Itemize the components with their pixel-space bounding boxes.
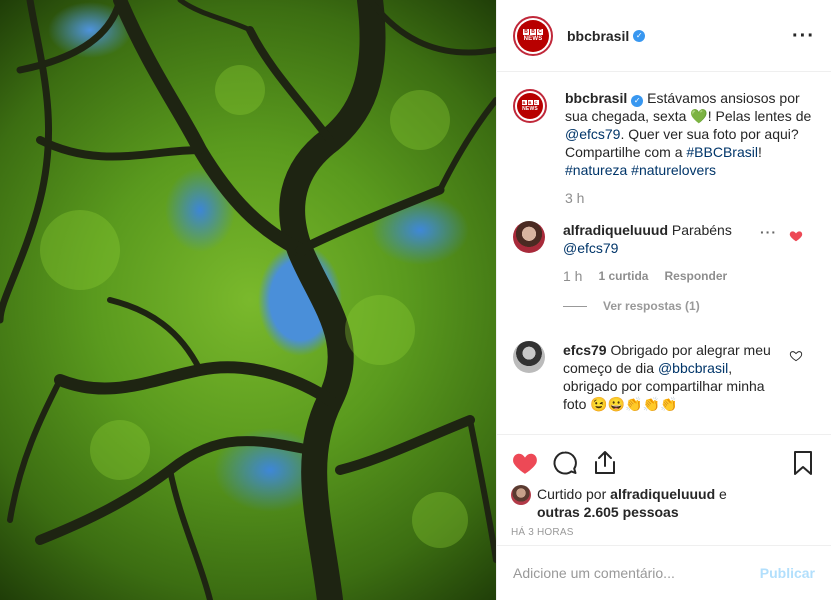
- comment-text: Parabéns: [668, 222, 732, 238]
- verified-badge-icon: ✓: [633, 29, 646, 42]
- commenter-avatar[interactable]: [513, 221, 545, 253]
- bbc-letter: C: [537, 29, 543, 35]
- likes-others[interactable]: outras 2.605 pessoas: [537, 504, 679, 520]
- bookmark-icon: [794, 451, 812, 475]
- comment-like-icon[interactable]: [789, 349, 803, 363]
- bbc-news-label: NEWS: [522, 106, 538, 112]
- likes-middle: e: [715, 486, 727, 502]
- likes-summary: Curtido por alfradiqueluuud e outras 2.6…: [511, 485, 817, 521]
- comment-item: alfradiqueluuud Parabéns @efcs79 1 h 1 c…: [513, 221, 815, 315]
- publish-button[interactable]: Publicar: [760, 565, 815, 581]
- comment-like-icon[interactable]: [789, 229, 803, 243]
- heart-filled-icon: [513, 453, 537, 474]
- hashtag-link[interactable]: #naturelovers: [631, 162, 716, 178]
- mention-link[interactable]: @efcs79: [563, 240, 618, 256]
- comment-username[interactable]: alfradiqueluuud: [563, 222, 668, 238]
- bbc-letter: B: [527, 100, 533, 105]
- caption-time: 3 h: [565, 190, 585, 206]
- comments-list: B B C NEWS bbcbrasil ✓ Estávamos ansiosos…: [497, 73, 831, 433]
- caption-avatar[interactable]: B B C NEWS: [513, 89, 547, 123]
- likes-prefix: Curtido por: [537, 486, 611, 502]
- view-replies[interactable]: Ver respostas (1): [563, 297, 815, 315]
- caption: B B C NEWS bbcbrasil ✓ Estávamos ansiosos…: [513, 89, 815, 207]
- hashtag-link[interactable]: #natureza: [565, 162, 627, 178]
- comment-likes[interactable]: 1 curtida: [598, 267, 648, 285]
- comment-meta: 1 h 1 curtida Responder: [563, 267, 815, 285]
- post-header: B B C NEWS bbcbrasil ✓ ···: [497, 0, 831, 72]
- comment-body: alfradiqueluuud Parabéns @efcs79 1 h 1 c…: [563, 221, 815, 315]
- commenter-avatar[interactable]: [513, 341, 545, 373]
- caption-body: bbcbrasil ✓ Estávamos ansiosos por sua ch…: [565, 89, 815, 207]
- view-replies-label[interactable]: Ver respostas (1): [603, 297, 700, 315]
- emoji-group: 😉😀👏👏👏: [590, 396, 678, 412]
- share-button[interactable]: [591, 449, 619, 477]
- bbc-news-label: NEWS: [523, 36, 543, 42]
- liker-username[interactable]: alfradiqueluuud: [610, 486, 715, 502]
- comment-button[interactable]: [551, 449, 579, 477]
- verified-badge-icon: ✓: [631, 95, 644, 107]
- post-actions: Curtido por alfradiqueluuud e outras 2.6…: [497, 434, 831, 538]
- bbc-letter: B: [530, 29, 536, 35]
- author-username[interactable]: bbcbrasil: [567, 28, 629, 44]
- post-timestamp[interactable]: HÁ 3 HORAS: [511, 527, 817, 538]
- comment-username[interactable]: efcs79: [563, 342, 607, 358]
- like-button[interactable]: [511, 449, 539, 477]
- post-photo[interactable]: [0, 0, 496, 600]
- author-avatar[interactable]: B B C NEWS: [513, 15, 553, 56]
- tree-branches: [0, 0, 496, 600]
- bbc-letter: C: [533, 100, 539, 105]
- caption-text: ! Pelas lentes de: [707, 108, 812, 124]
- caption-username[interactable]: bbcbrasil: [565, 90, 627, 106]
- add-comment-bar: Publicar: [497, 545, 831, 600]
- comment-item: efcs79 Obrigado por alegrar meu começo d…: [513, 341, 815, 413]
- comment-icon: [553, 451, 577, 475]
- caption-text: !: [757, 144, 762, 160]
- reply-button[interactable]: Responder: [664, 267, 727, 285]
- green-heart-emoji: 💚: [690, 108, 708, 124]
- post-side-panel: B B C NEWS bbcbrasil ✓ ··· B B C NEWS bb…: [496, 0, 831, 600]
- share-icon: [595, 451, 615, 474]
- bbc-letter: B: [523, 29, 529, 35]
- comment-body: efcs79 Obrigado por alegrar meu começo d…: [563, 341, 815, 413]
- mention-link[interactable]: @bbcbrasil: [658, 360, 728, 376]
- save-button[interactable]: [789, 449, 817, 477]
- comment-options-icon[interactable]: ···: [760, 224, 777, 240]
- more-options-icon[interactable]: ···: [792, 26, 815, 46]
- hashtag-link[interactable]: #BBCBrasil: [686, 144, 758, 160]
- bbc-letter: B: [521, 100, 527, 105]
- replies-line: [563, 305, 587, 307]
- liker-avatar[interactable]: [511, 485, 531, 505]
- bbc-news-logo: B B C NEWS: [517, 93, 543, 119]
- mention-link[interactable]: @efcs79: [565, 126, 620, 142]
- caption-meta: 3 h: [565, 189, 815, 207]
- action-icons: [511, 443, 817, 483]
- likes-text: Curtido por alfradiqueluuud e outras 2.6…: [537, 485, 727, 521]
- comment-input[interactable]: [513, 565, 760, 581]
- bbc-news-logo: B B C NEWS: [517, 19, 549, 52]
- comment-time: 1 h: [563, 268, 583, 284]
